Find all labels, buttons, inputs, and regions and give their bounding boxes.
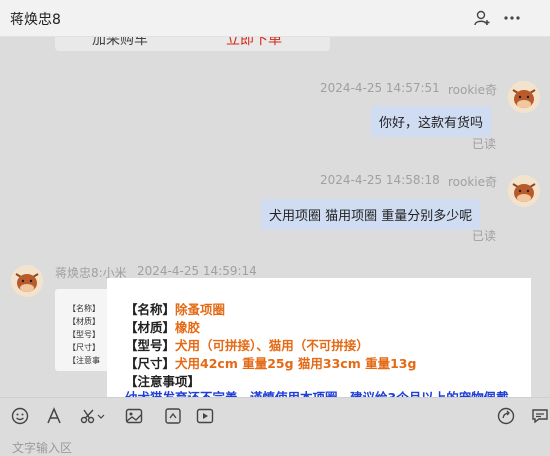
card-line: 【注意事 — [68, 356, 100, 365]
chevron-down-icon[interactable] — [97, 407, 105, 425]
message-time: 2024-4-25 14:57:51 — [320, 81, 440, 95]
message-bubble[interactable]: 犬用项圈 猫用项圈 重量分别多少呢 — [261, 199, 481, 230]
message-time: 2024-4-25 14:58:18 — [320, 173, 440, 187]
message-sender: rookie奇 — [448, 83, 498, 97]
card-line: 【名称】 — [68, 304, 100, 313]
product-notes-text: 幼犬猫发育还不完善，谨慎使用本项圈，建议给3个月以上的宠物佩戴。 — [125, 387, 521, 397]
quick-reply-icon[interactable] — [531, 407, 549, 425]
title-bar: 蒋焕忠8 — [0, 0, 550, 37]
input-area[interactable]: 文字输入区 — [0, 397, 550, 455]
cow-avatar-icon — [508, 81, 540, 113]
card-line: 【尺寸】 — [68, 343, 100, 352]
product-detail-popup[interactable]: 【名称】除蚤项圈 【材质】橡胶 【型号】犬用（可拼接）、猫用（不可拼接） 【尺寸… — [107, 278, 531, 397]
add-cart-button[interactable]: 加采购车 — [92, 37, 148, 49]
card-line: 【材质】 — [68, 317, 100, 326]
cow-avatar-icon — [508, 175, 540, 207]
incoming-time: 2024-4-25 14:59:14 — [137, 264, 257, 278]
incoming-card-preview[interactable]: 【名称】 【材质】 【型号】 【尺寸】 【注意事 — [55, 289, 115, 371]
read-status: 已读 — [472, 137, 497, 151]
add-contact-icon[interactable] — [473, 9, 491, 27]
message-sender: rookie奇 — [448, 175, 498, 189]
product-size: 【尺寸】犬用42cm 重量25g 猫用33cm 重量13g — [125, 356, 417, 371]
image-icon[interactable] — [125, 407, 143, 425]
font-icon[interactable] — [45, 407, 63, 425]
message-bubble[interactable]: 你好，这款有货吗 — [371, 106, 492, 137]
product-model: 【型号】犬用（可拼接）、猫用（不可拼接） — [125, 338, 369, 353]
buy-now-button[interactable]: 立即下单 — [226, 37, 282, 49]
cow-avatar-icon — [11, 265, 43, 297]
avatar[interactable] — [508, 81, 540, 113]
video-icon[interactable] — [196, 407, 214, 425]
message-input-placeholder[interactable]: 文字输入区 — [12, 439, 72, 456]
emoji-icon[interactable] — [11, 407, 29, 425]
chat-title: 蒋焕忠8 — [10, 12, 61, 28]
product-name: 【名称】除蚤项圈 — [125, 302, 226, 317]
avatar[interactable] — [11, 265, 43, 297]
product-material: 【材质】橡胶 — [125, 320, 201, 335]
file-icon[interactable] — [164, 407, 182, 425]
read-status: 已读 — [472, 229, 497, 243]
card-line: 【型号】 — [68, 330, 100, 339]
share-icon[interactable] — [497, 407, 515, 425]
more-icon[interactable] — [503, 9, 521, 27]
avatar[interactable] — [508, 175, 540, 207]
scissors-icon[interactable] — [80, 407, 98, 425]
